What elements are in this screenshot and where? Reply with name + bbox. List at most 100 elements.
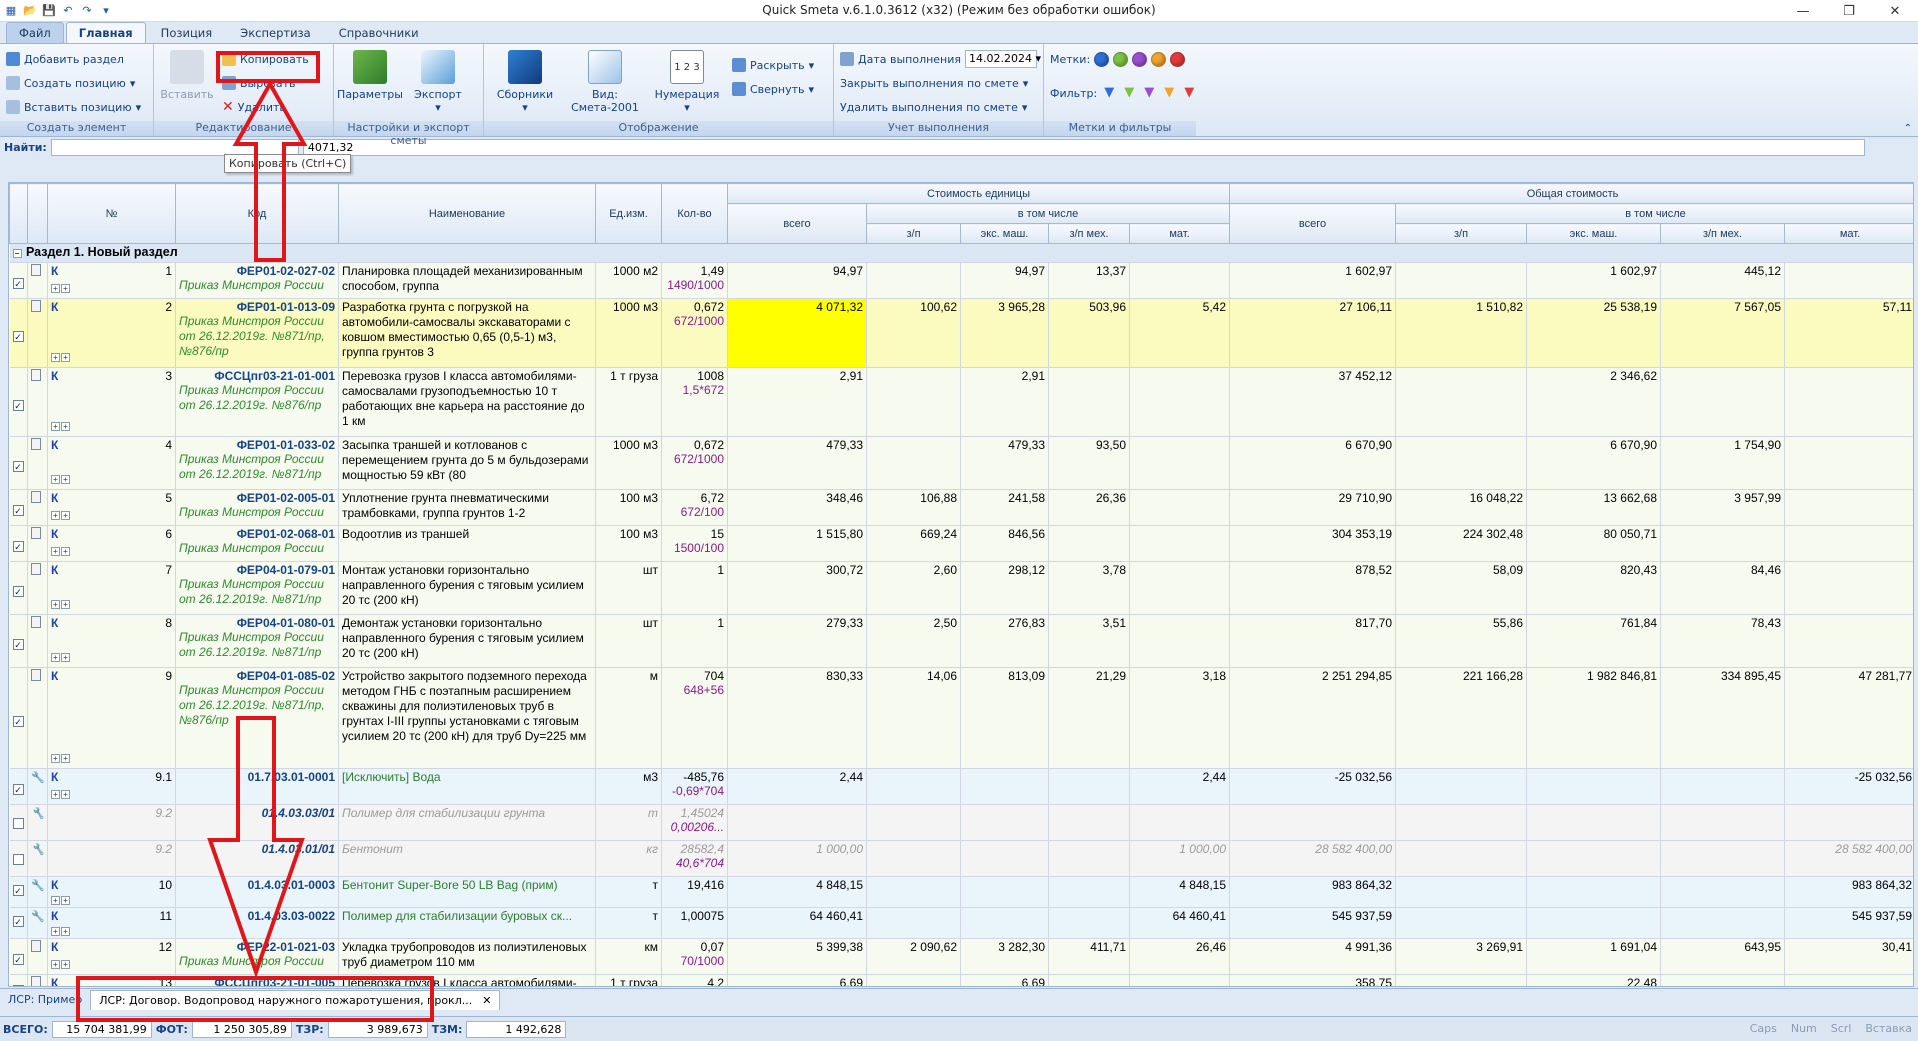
u-zp-cell[interactable]: 2,50 (866, 614, 961, 668)
row-checkbox[interactable]: ✓ (12, 330, 24, 342)
header-unit-zpm[interactable]: з/п мех. (1048, 223, 1130, 244)
header-code[interactable]: Код (175, 183, 339, 244)
t-mat-cell[interactable] (1784, 974, 1913, 986)
qty-cell[interactable]: 704 648+56 (661, 667, 728, 769)
name-cell[interactable]: Уплотнение грунта пневматическими трамбо… (338, 489, 596, 526)
name-cell[interactable]: Демонтаж установки горизонтально направл… (338, 614, 596, 668)
t-mat-cell[interactable]: 28 582 400,00 (1784, 840, 1913, 877)
code-cell[interactable]: ФЕР01-02-068-01 Приказ Минстроя России (175, 525, 339, 562)
t-zp-cell[interactable]: 3 269,91 (1395, 938, 1528, 975)
expand-row-icon[interactable]: + (51, 896, 60, 905)
header-unit-total[interactable]: всего (727, 203, 867, 244)
expand-row-icon[interactable]: + (61, 960, 70, 969)
t-total-cell[interactable]: 1 602,97 (1229, 262, 1397, 299)
mark-purple-icon[interactable] (1132, 51, 1148, 67)
t-zp-cell[interactable] (1395, 840, 1528, 877)
expand-row-icon[interactable]: + (51, 927, 60, 936)
unit-cell[interactable]: шт (595, 561, 662, 615)
u-zp-cell[interactable]: 100,62 (866, 298, 961, 368)
t-zpm-cell[interactable]: 84,46 (1660, 561, 1786, 615)
unit-cell[interactable]: 100 м3 (595, 489, 662, 526)
u-total-cell[interactable]: 1 515,80 (727, 525, 867, 562)
expand-row-icon[interactable]: + (51, 790, 60, 799)
mark-green-icon[interactable] (1113, 51, 1129, 67)
t-zpm-cell[interactable]: 1 754,90 (1660, 436, 1786, 490)
u-zp-cell[interactable]: 669,24 (866, 525, 961, 562)
header-total-zp[interactable]: з/п (1395, 223, 1528, 244)
num-cell[interactable]: К 8 + + (47, 614, 176, 668)
save-icon[interactable]: 💾 (41, 3, 57, 19)
t-mat-cell[interactable]: 545 937,59 (1784, 907, 1913, 939)
filter-blue-icon[interactable]: ▼ (1101, 85, 1117, 101)
qty-cell[interactable]: 1,00075 (661, 907, 728, 939)
t-ex-cell[interactable]: 1 602,97 (1526, 262, 1662, 299)
code-cell[interactable]: ФЕР04-01-079-01 Приказ Минстроя России от… (175, 561, 339, 615)
row-checkbox[interactable] (12, 854, 24, 865)
qty-cell[interactable]: 1 (661, 614, 728, 668)
t-total-cell[interactable]: 4 991,36 (1229, 938, 1397, 975)
u-zpm-cell[interactable] (1048, 840, 1130, 877)
u-zpm-cell[interactable] (1048, 876, 1130, 908)
u-total-cell[interactable]: 94,97 (727, 262, 867, 299)
num-cell[interactable]: К 1 + + (47, 262, 176, 299)
row-check-cell[interactable] (9, 840, 28, 877)
code-cell[interactable]: 01.4.03.01-0003 (175, 876, 339, 908)
t-total-cell[interactable]: 983 864,32 (1229, 876, 1397, 908)
u-total-cell[interactable]: 64 460,41 (727, 907, 867, 939)
t-zp-cell[interactable] (1395, 876, 1528, 908)
header-qty[interactable]: Кол-во (661, 183, 728, 244)
table-row[interactable]: ✓ К 1 + + ФЕР01-02-027-02 Приказ Минстроя Росс… (9, 262, 1913, 299)
expand-row-icon[interactable]: + (51, 653, 60, 662)
num-cell[interactable]: К 9 + + (47, 667, 176, 769)
row-checkbox[interactable]: ✓ (12, 399, 24, 411)
qty-cell[interactable]: 0,07 70/1000 (661, 938, 728, 975)
u-zp-cell[interactable] (866, 876, 961, 908)
close-icon[interactable]: ✕ (1872, 0, 1918, 22)
header-unit-mat[interactable]: мат. (1128, 223, 1231, 244)
t-ex-cell[interactable]: 13 662,68 (1526, 489, 1662, 526)
numbering-button[interactable]: 1 2 3 Нумерация ▾ (647, 48, 727, 120)
row-checkbox[interactable]: ✓ (12, 505, 24, 516)
num-cell[interactable]: 9.2 (47, 804, 176, 841)
unit-cell[interactable]: 1000 м2 (595, 262, 662, 299)
t-total-cell[interactable]: 358,75 (1229, 974, 1397, 986)
num-cell[interactable]: К 12 + + (47, 938, 176, 975)
code-cell[interactable]: 01.4.03.01/01 (175, 840, 339, 877)
u-ex-cell[interactable]: 276,83 (960, 614, 1049, 668)
qty-cell[interactable]: -485,76 -0,69*704 (661, 768, 728, 805)
header-unit-ex[interactable]: экс. маш. (960, 223, 1049, 244)
cell-editor[interactable]: 4071,32 (302, 139, 1865, 156)
u-zpm-cell[interactable]: 3,78 (1048, 561, 1130, 615)
t-mat-cell[interactable]: 47 281,77 (1784, 667, 1913, 769)
section-row[interactable]: − Раздел 1. Новый раздел (9, 243, 1913, 263)
expand-row-icon[interactable]: + (61, 547, 70, 556)
t-total-cell[interactable]: 304 353,19 (1229, 525, 1397, 562)
code-cell[interactable]: ФЕР04-01-080-01 Приказ Минстроя России от… (175, 614, 339, 668)
code-cell[interactable]: 01.7.03.01-0001 (175, 768, 339, 805)
name-cell[interactable]: Полимер для стабилизации буровых ск... (338, 907, 596, 939)
t-total-cell[interactable]: 29 710,90 (1229, 489, 1397, 526)
u-ex-cell[interactable]: 6,69 (960, 974, 1049, 986)
t-zpm-cell[interactable] (1660, 525, 1786, 562)
row-checkbox[interactable]: ✓ (12, 884, 24, 896)
num-cell[interactable]: К 9.1 + + (47, 768, 176, 805)
row-check-cell[interactable]: ✓ (9, 768, 28, 805)
u-total-cell[interactable]: 830,33 (727, 667, 867, 769)
t-zp-cell[interactable]: 224 302,48 (1395, 525, 1528, 562)
mark-red-icon[interactable] (1170, 51, 1186, 67)
t-total-cell[interactable] (1229, 804, 1397, 841)
doc-tab-contract[interactable]: ЛСР: Договор. Водопровод наружного пожар… (90, 989, 501, 1010)
u-total-cell[interactable]: 479,33 (727, 436, 867, 490)
header-total-ex[interactable]: экс. маш. (1526, 223, 1662, 244)
u-zpm-cell[interactable] (1048, 974, 1130, 986)
unit-cell[interactable]: м (595, 667, 662, 769)
row-check-cell[interactable]: ✓ (9, 367, 28, 437)
unit-cell[interactable]: 1000 м3 (595, 436, 662, 490)
header-total-zpm[interactable]: з/п мех. (1660, 223, 1786, 244)
t-zpm-cell[interactable] (1660, 876, 1786, 908)
t-zpm-cell[interactable]: 3 957,99 (1660, 489, 1786, 526)
expand-row-icon[interactable]: + (51, 284, 60, 293)
code-cell[interactable]: ФЕР22-01-021-03 Приказ Минстроя России (175, 938, 339, 975)
t-zp-cell[interactable] (1395, 768, 1528, 805)
t-zpm-cell[interactable]: 334 895,45 (1660, 667, 1786, 769)
